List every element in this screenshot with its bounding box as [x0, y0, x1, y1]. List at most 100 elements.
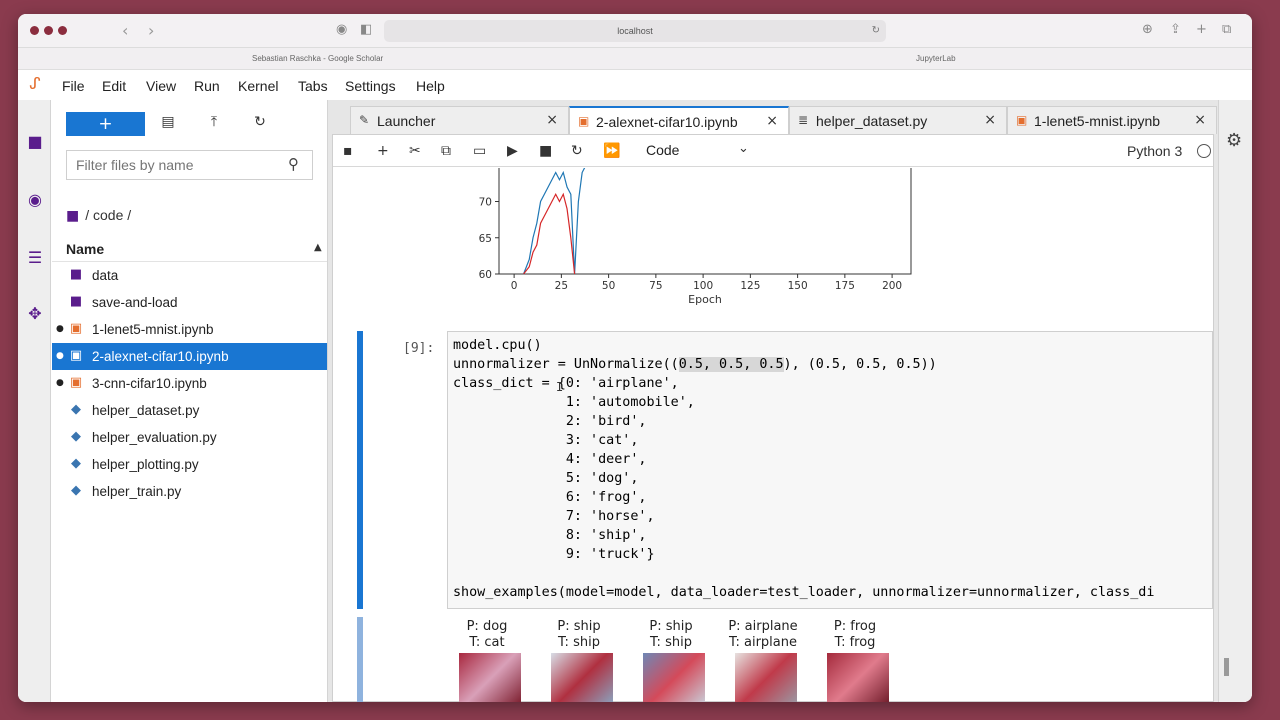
sort-ascending-icon[interactable]: ▲: [314, 242, 322, 253]
tab-overview-icon[interactable]: ⧉: [1222, 23, 1231, 37]
predicted-label: P: ship: [557, 619, 601, 634]
predicted-label: P: airplane: [728, 619, 798, 634]
insert-cell-icon[interactable]: +: [377, 143, 389, 159]
code-line: 6: 'frog',: [453, 490, 647, 505]
bookmark-jupyterlab[interactable]: JupyterLab: [916, 54, 956, 63]
tab-2-alexnet-cifar10[interactable]: ▣ 2-alexnet-cifar10.ipynb ×: [569, 106, 789, 134]
file-row[interactable]: ● ▣ 3-cnn-cifar10.ipynb: [52, 370, 327, 397]
code-editor[interactable]: model.cpu() unnormalizer = UnNormalize((0…: [447, 331, 1213, 609]
save-icon[interactable]: ▪: [343, 143, 353, 159]
file-row[interactable]: ◆ helper_evaluation.py: [52, 424, 327, 451]
menu-run[interactable]: Run: [194, 78, 220, 94]
minimize-window-button[interactable]: [44, 26, 53, 35]
tab-helper-dataset[interactable]: ≣ helper_dataset.py ×: [789, 106, 1007, 134]
breadcrumb[interactable]: ■ / code /: [66, 207, 131, 224]
zoom-window-button[interactable]: [58, 26, 67, 35]
menu-view[interactable]: View: [146, 78, 176, 94]
share-icon[interactable]: ⇪: [1170, 23, 1181, 37]
x-tick-label: 175: [835, 280, 855, 292]
file-list-header[interactable]: Name ▲: [52, 234, 327, 262]
forward-arrow-icon[interactable]: ›: [148, 21, 154, 40]
address-bar[interactable]: localhost ↻: [384, 20, 886, 42]
close-window-button[interactable]: [30, 26, 39, 35]
x-tick-label: 150: [788, 280, 808, 292]
new-tab-icon[interactable]: +: [1196, 23, 1207, 37]
run-icon[interactable]: ▶: [507, 143, 518, 159]
notebook-icon: ▣: [69, 321, 83, 336]
x-tick-label: 25: [555, 280, 568, 292]
example-image-thumbnail: [827, 653, 889, 702]
file-name: 1-lenet5-mnist.ipynb: [92, 322, 214, 337]
stop-icon[interactable]: ■: [539, 143, 552, 159]
code-line: class_dict = {0: 'airplane',: [453, 376, 679, 391]
file-row[interactable]: ■ data: [52, 262, 327, 289]
file-row[interactable]: ◆ helper_dataset.py: [52, 397, 327, 424]
menu-kernel[interactable]: Kernel: [238, 78, 278, 94]
tab-label: helper_dataset.py: [816, 113, 928, 129]
cut-icon[interactable]: ✂: [409, 143, 421, 159]
bookmark-google-scholar[interactable]: Sebastian Raschka - Google Scholar: [252, 54, 383, 63]
file-row[interactable]: ● ▣ 1-lenet5-mnist.ipynb: [52, 316, 327, 343]
paste-icon[interactable]: ▭: [473, 143, 486, 159]
new-launcher-button[interactable]: +: [66, 112, 145, 136]
menu-settings[interactable]: Settings: [345, 78, 396, 94]
copy-icon[interactable]: ⧉: [441, 143, 451, 159]
tab-1-lenet5-mnist[interactable]: ▣ 1-lenet5-mnist.ipynb ×: [1007, 106, 1217, 134]
file-name: 2-alexnet-cifar10.ipynb: [92, 349, 229, 364]
filter-files-input[interactable]: [66, 150, 313, 180]
gear-icon[interactable]: ⚙: [1226, 130, 1242, 151]
active-cell-indicator[interactable]: [357, 331, 363, 609]
prediction-label: P: airplane T: airplane: [723, 619, 803, 651]
fast-forward-icon[interactable]: ⏩: [603, 143, 620, 159]
close-icon[interactable]: ×: [984, 112, 996, 128]
code-line: unnormalizer = UnNormalize((0.5, 0.5, 0.…: [453, 357, 937, 372]
new-folder-icon[interactable]: ▤: [158, 114, 178, 134]
privacy-shield-icon[interactable]: ◉: [336, 23, 347, 37]
close-icon[interactable]: ×: [1194, 112, 1206, 128]
launcher-icon: ✎: [359, 113, 370, 127]
download-icon[interactable]: ⊕: [1142, 23, 1153, 37]
folder-icon: ■: [69, 294, 83, 309]
restart-icon[interactable]: ↻: [571, 143, 583, 159]
menu-file[interactable]: File: [62, 78, 85, 94]
running-icon[interactable]: ◉: [24, 190, 46, 212]
extension-icon[interactable]: ✥: [24, 304, 46, 326]
training-accuracy-plot: 0 25 50 75 100 125 150 175 200 60 65 70 Epoch: [333, 168, 1213, 308]
chevron-down-icon[interactable]: ⌄: [738, 141, 749, 156]
output-collapser[interactable]: [357, 617, 363, 702]
notebook-icon: ▣: [578, 114, 590, 128]
folder-icon[interactable]: ■: [24, 132, 46, 154]
jupyter-logo-icon: ᔑ: [29, 74, 41, 93]
toc-icon[interactable]: ☰: [24, 248, 46, 270]
close-icon[interactable]: ×: [766, 113, 778, 129]
file-row[interactable]: ● ▣ 2-alexnet-cifar10.ipynb: [52, 343, 327, 370]
upload-icon[interactable]: ⤒: [204, 114, 224, 134]
name-column-header[interactable]: Name: [66, 241, 104, 257]
back-arrow-icon[interactable]: ‹: [122, 21, 128, 40]
menu-edit[interactable]: Edit: [102, 78, 126, 94]
python-icon: ◆: [71, 483, 81, 498]
refresh-icon[interactable]: ↻: [250, 114, 270, 134]
reload-icon[interactable]: ↻: [872, 20, 880, 42]
menu-help[interactable]: Help: [416, 78, 445, 94]
jupyter-menubar: ᔑ File Edit View Run Kernel Tabs Setting…: [18, 70, 1252, 100]
file-icon: ≣: [798, 113, 809, 127]
kernel-name[interactable]: Python 3: [1127, 143, 1182, 159]
document-tab-bar: ✎ Launcher × ▣ 2-alexnet-cifar10.ipynb ×…: [328, 106, 1218, 134]
menu-tabs[interactable]: Tabs: [298, 78, 328, 94]
file-row[interactable]: ◆ helper_train.py: [52, 478, 327, 505]
breadcrumb-path[interactable]: / code /: [85, 207, 131, 223]
tab-launcher[interactable]: ✎ Launcher ×: [350, 106, 569, 134]
tab-label: 1-lenet5-mnist.ipynb: [1034, 113, 1161, 129]
example-image-thumbnail: [551, 653, 613, 702]
file-name: helper_dataset.py: [92, 403, 200, 418]
close-icon[interactable]: ×: [546, 112, 558, 128]
cell-type-select[interactable]: Code: [646, 142, 679, 158]
file-row[interactable]: ◆ helper_plotting.py: [52, 451, 327, 478]
code-line: 9: 'truck'}: [453, 547, 655, 562]
code-line: 7: 'horse',: [453, 509, 655, 524]
scrollbar-thumb[interactable]: [1224, 658, 1229, 676]
file-row[interactable]: ■ save-and-load: [52, 289, 327, 316]
sidebar-icon[interactable]: ◧: [360, 23, 372, 37]
file-browser: + ▤ ⤒ ↻ ⚲ ■ / code / Name ▲ ■ data ■ save-an…: [52, 100, 328, 702]
